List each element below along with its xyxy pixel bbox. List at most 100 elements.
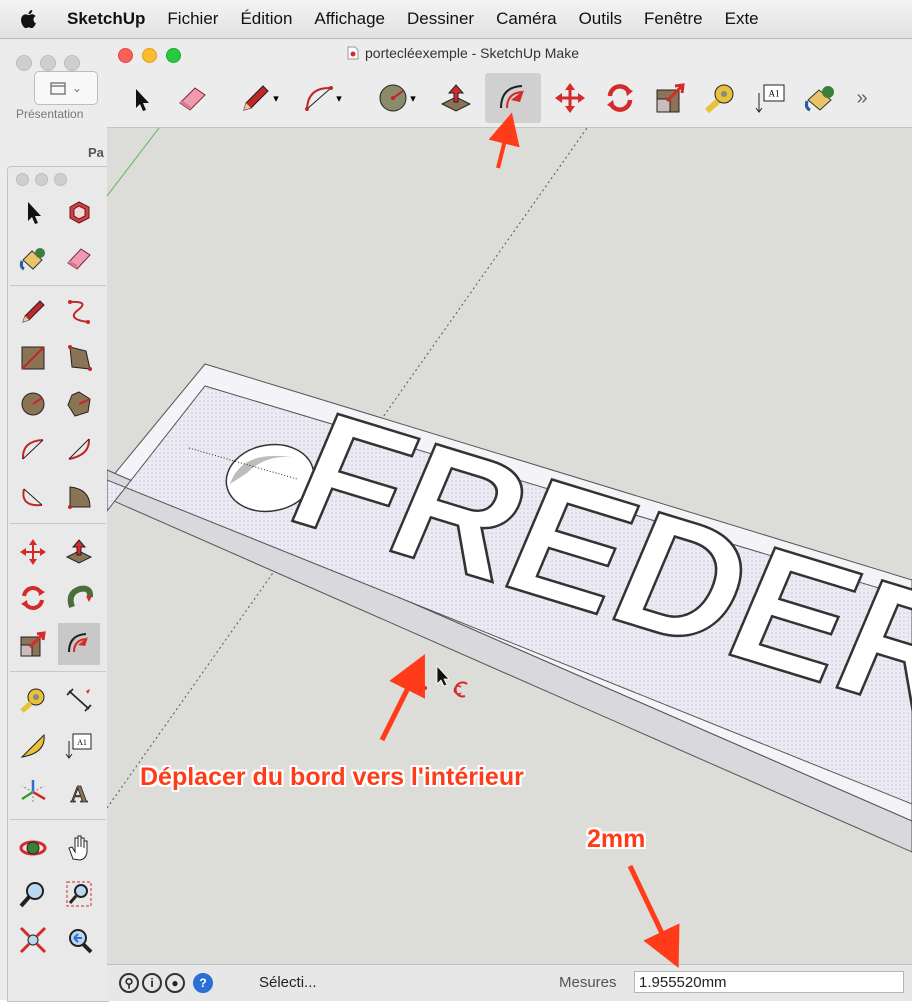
toolbar-eraser-tool[interactable] [169,73,215,123]
window-title: portecléexemple - SketchUp Make [347,45,579,61]
measurements-field[interactable]: 1.955520mm [634,971,904,993]
menu-app-sketchup[interactable]: SketchUp [56,9,156,29]
push-pull-icon [440,84,472,112]
zoom-button-inactive[interactable] [64,55,80,71]
palette-rotated-rectangle-tool[interactable] [58,337,100,379]
palette-previous-view-tool[interactable] [58,919,100,961]
toolbar-overflow-button[interactable]: » [847,73,877,123]
palette-dimension-tool[interactable] [58,679,100,721]
status-bar: ⚲ i ● ? Sélecti... Mesures 1.955520mm [107,964,912,1001]
palette-zoom-window-tool[interactable] [58,873,100,915]
toolbar-text-tool[interactable]: A1 [749,73,791,123]
toolbar-arc-tool[interactable]: ▾ [291,73,353,123]
select-icon [136,89,149,111]
circle-dropdown-icon[interactable]: ▾ [410,92,416,105]
palette-orbit-tool[interactable] [12,827,54,869]
toolbar-scale-tool[interactable] [649,73,691,123]
palette-polygon-tool[interactable] [58,383,100,425]
toolbar-circle-tool[interactable]: ▾ [365,73,427,123]
palette-component-tool[interactable] [58,191,100,233]
palette-pie-tool[interactable] [58,475,100,517]
palette-pan-tool[interactable] [58,827,100,869]
palette-arc-tool[interactable] [12,429,54,471]
palette-rectangle-tool[interactable] [12,337,54,379]
menu-outils[interactable]: Outils [568,9,633,29]
arc-icon [305,86,334,111]
menu-edition[interactable]: Édition [229,9,303,29]
menu-dessiner[interactable]: Dessiner [396,9,485,29]
3d-text-icon: A [70,782,89,807]
apple-menu[interactable] [0,9,56,29]
green-axis [107,128,160,197]
palette-follow-me-tool[interactable] [58,577,100,619]
offset-icon [68,633,88,653]
palette-circle-tool[interactable] [12,383,54,425]
offset-icon [500,85,524,109]
palette-2point-arc-tool[interactable] [58,429,100,471]
text-icon: A1 [755,84,785,113]
palette-rotate-tool[interactable] [12,577,54,619]
minimize-button[interactable] [142,48,157,63]
toolbar-move-tool[interactable] [549,73,591,123]
pencil-icon [243,85,269,111]
presentation-button[interactable]: ⌄ [34,71,98,105]
scale-icon [656,83,685,113]
menu-camera[interactable]: Caméra [485,9,567,29]
geolocation-icon[interactable]: ⚲ [119,973,139,993]
toolbar-rotate-tool[interactable] [599,73,641,123]
credits-icon[interactable]: i [142,973,162,993]
menu-extensions[interactable]: Exte [714,9,770,29]
palette-axes-tool[interactable] [12,771,54,813]
palette-scale-tool[interactable] [12,623,54,665]
menu-affichage[interactable]: Affichage [303,9,396,29]
toolbar-paint-bucket-tool[interactable] [799,73,841,123]
palette-paint-tool[interactable] [12,237,54,279]
tape-measure-icon [20,688,45,713]
scale-icon [20,631,46,657]
viewport-3d[interactable]: FREDER [107,128,912,964]
arc-dropdown-icon[interactable]: ▾ [336,92,342,105]
toolbar-offset-tool-selected[interactable] [485,73,541,123]
close-button[interactable] [118,48,133,63]
palette-tape-measure-tool[interactable] [12,679,54,721]
palette-push-pull-tool[interactable] [58,531,100,573]
palette-line-tool[interactable] [12,291,54,333]
rotate-icon [607,84,633,112]
toolbar-select-tool[interactable] [123,73,159,123]
palette-zoom-button[interactable] [54,173,67,186]
push-pull-icon [65,539,93,564]
palette-freehand-tool[interactable] [58,291,100,333]
palette-text-tool[interactable]: A1 [58,725,100,767]
user-account-icon[interactable]: ● [165,973,185,993]
palette-eraser-tool[interactable] [58,237,100,279]
palette-offset-tool-selected[interactable] [58,623,100,665]
palette-3point-arc-tool[interactable] [12,475,54,517]
help-icon[interactable]: ? [193,973,213,993]
palette-select-tool[interactable] [12,191,54,233]
background-window-controls [16,55,80,71]
palette-3d-text-tool[interactable]: A [58,771,100,813]
eraser-icon [179,87,206,111]
palette-zoom-extents-tool[interactable] [12,919,54,961]
palette-close-button[interactable] [16,173,29,186]
document-icon [347,46,359,60]
toolbar-push-pull-tool[interactable] [435,73,477,123]
rectangle-icon [21,346,45,370]
menu-fenetre[interactable]: Fenêtre [633,9,714,29]
follow-me-icon [67,585,94,609]
pencil-dropdown-icon[interactable]: ▾ [273,92,279,105]
menu-fichier[interactable]: Fichier [156,9,229,29]
palette-zoom-tool[interactable] [12,873,54,915]
toolbar-tape-measure-tool[interactable] [699,73,741,123]
eraser-icon [67,248,91,270]
paint-bucket-icon [804,86,834,112]
close-button-inactive[interactable] [16,55,32,71]
palette-minimize-button[interactable] [35,173,48,186]
minimize-button-inactive[interactable] [40,55,56,71]
toolbar-pencil-tool[interactable]: ▾ [231,73,287,123]
palette-move-tool[interactable] [12,531,54,573]
palette-protractor-tool[interactable] [12,725,54,767]
annotation-instruction: Déplacer du bord vers l'intérieur [140,763,524,791]
rotated-rectangle-icon [68,345,92,371]
zoom-button[interactable] [166,48,181,63]
